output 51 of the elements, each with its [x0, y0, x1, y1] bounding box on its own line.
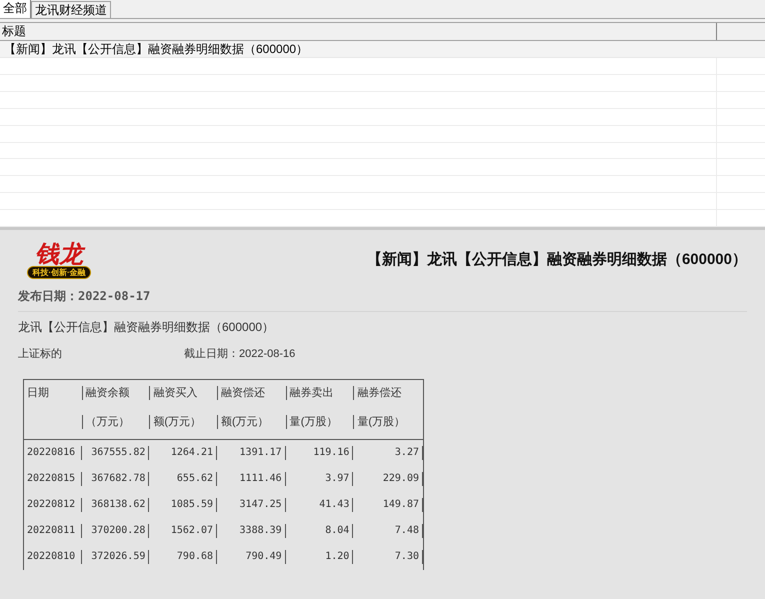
column-header[interactable]: 标题	[0, 23, 717, 40]
table-cell: 3388.39	[240, 524, 282, 536]
table-cell: 1264.21	[170, 446, 214, 458]
table-header: 融券卖出	[290, 386, 334, 398]
table-cell: 8.04	[325, 524, 350, 536]
market-label: 上证标的	[18, 347, 63, 362]
table-cell: 368138.62	[91, 498, 146, 510]
cutoff-date: 截止日期：2022-08-16	[184, 347, 296, 362]
table-cell: 3.97	[325, 472, 350, 484]
logo: 钱龙 科技·创新·金融	[18, 242, 100, 279]
table-cell: 20220811	[27, 524, 76, 536]
tab[interactable]: 龙讯财经频道	[31, 1, 111, 18]
table-cell: 7.30	[394, 550, 419, 562]
article-subtitle: 龙讯【公开信息】融资融券明细数据（600000）	[18, 319, 276, 336]
table-cell: 372026.59	[91, 550, 146, 562]
table-cell: 7.48	[394, 524, 419, 536]
tab[interactable]: 全部	[0, 0, 31, 18]
table-header: 额(万元）	[153, 416, 202, 428]
table-header: 量(万股）	[290, 416, 338, 428]
table-header: 日期	[27, 386, 49, 398]
article-headline: 【新闻】龙讯【公开信息】融资融券明细数据（600000）	[366, 250, 747, 270]
table-cell: 3147.25	[240, 498, 282, 510]
table-header: 量(万股）	[357, 416, 406, 428]
table-cell: 1.20	[325, 550, 350, 562]
table-cell: 1391.17	[240, 446, 282, 458]
table-cell: 367682.78	[91, 472, 146, 484]
table-cell: 229.09	[382, 472, 419, 484]
table-cell: 1562.07	[170, 524, 214, 536]
table-cell: 3.27	[394, 446, 419, 458]
table-cell: 655.62	[176, 472, 214, 484]
publish-date: 发布日期：2022-08-17	[18, 288, 152, 305]
table-header: 融资买入	[153, 386, 198, 398]
table-header: 融资偿还	[221, 386, 266, 398]
table-cell: 1085.59	[170, 498, 214, 510]
table-cell: 119.16	[313, 446, 350, 458]
table-cell: 20220815	[27, 472, 76, 484]
table-cell: 790.68	[176, 550, 214, 562]
table-cell: 41.43	[319, 498, 350, 510]
table-cell: 20220812	[27, 498, 76, 510]
table-cell: 790.49	[246, 550, 282, 562]
table-cell: 20220810	[27, 550, 76, 562]
table-header: 融资余额	[86, 386, 130, 398]
list-row[interactable]: 【新闻】龙讯【公开信息】融资融券明细数据（600000）	[0, 41, 765, 58]
table-cell: 367555.82	[91, 446, 146, 458]
table-cell: 1111.46	[240, 472, 282, 484]
table-cell: 20220816	[27, 446, 76, 458]
table-header: 额(万元）	[221, 416, 269, 428]
table-header: （万元）	[86, 416, 130, 428]
table-header: 融券偿还	[357, 386, 402, 398]
table-cell: 149.87	[382, 498, 419, 510]
table-cell: 370200.28	[91, 524, 146, 536]
